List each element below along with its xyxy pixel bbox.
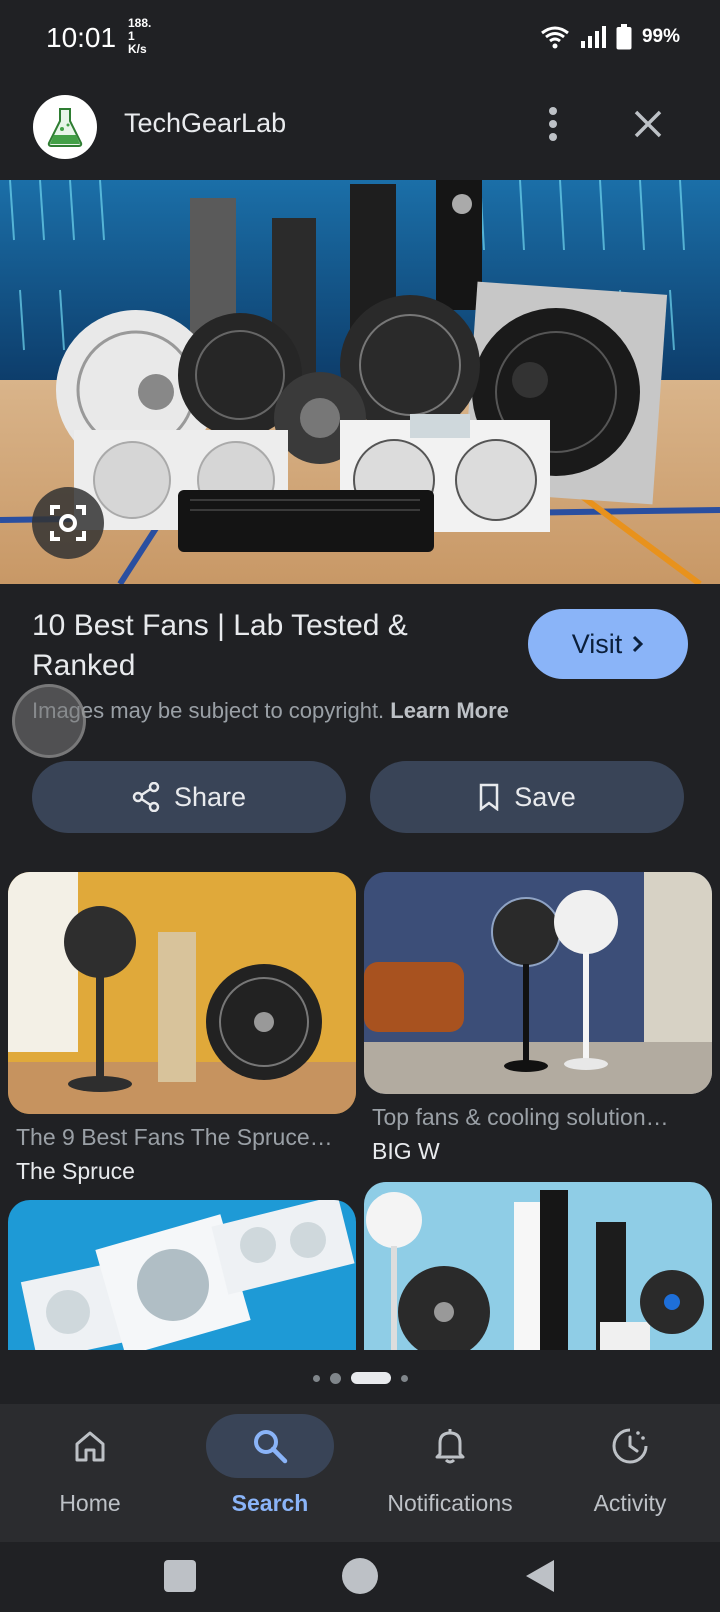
wifi-icon [541, 26, 569, 49]
back-icon[interactable] [524, 1558, 556, 1594]
page-indicator [0, 1372, 720, 1384]
nav-search-label: Search [231, 1490, 309, 1516]
page-dot [312, 1374, 320, 1382]
activity-icon [612, 1428, 648, 1464]
battery-percent: 99% [641, 26, 680, 47]
share-icon [132, 782, 160, 812]
more-options-button[interactable] [538, 102, 568, 146]
bottom-navigation: Home Search Notifications Activity [0, 1404, 720, 1542]
learn-more-link[interactable]: Learn More [390, 698, 509, 723]
status-time: 10:01 [46, 22, 117, 53]
related-caption-2[interactable]: Top fans & cooling solution… [372, 1104, 708, 1131]
save-label: Save [514, 781, 576, 812]
visit-label: Visit [571, 628, 623, 659]
nav-notifications[interactable]: Notifications [360, 1404, 540, 1542]
status-bar: 10:01 188. 1 K/s 99% [0, 0, 720, 80]
chevron-right-icon [633, 635, 644, 653]
share-button[interactable]: Share [32, 761, 346, 833]
related-source-1: The Spruce [16, 1158, 135, 1184]
network-speed-unit: K/s [128, 42, 147, 56]
window-fans-image [8, 1200, 356, 1350]
related-image-4[interactable] [364, 1182, 712, 1350]
close-button[interactable] [626, 102, 670, 146]
share-label: Share [173, 781, 247, 812]
close-icon [634, 110, 662, 138]
fans-lineup-image [0, 180, 720, 584]
page-dot [329, 1372, 341, 1384]
result-title: 10 Best Fans | Lab Tested & Ranked [32, 609, 408, 682]
site-logo[interactable] [33, 95, 97, 159]
nav-notifications-icon-container [386, 1414, 514, 1478]
hero-image[interactable] [0, 180, 720, 584]
related-image-1[interactable] [8, 872, 356, 1114]
bell-icon [435, 1429, 465, 1464]
related-image-2[interactable] [364, 872, 712, 1094]
network-speed: 188. 1 K/s [128, 17, 151, 56]
nav-activity[interactable]: Activity [540, 1404, 720, 1542]
copyright-notice: Images may be subject to copyright. Lear… [32, 698, 509, 724]
tower-fans-image [364, 1182, 712, 1350]
nav-notifications-label: Notifications [387, 1490, 513, 1516]
site-name[interactable]: TechGearLab [124, 108, 286, 139]
lens-button[interactable] [32, 487, 104, 559]
page-dot-active [350, 1372, 391, 1384]
related-source-2: BIG W [372, 1138, 440, 1164]
battery-icon [616, 24, 632, 50]
flask-icon [47, 108, 83, 147]
system-navigation-bar [0, 1542, 720, 1612]
bookmark-icon [479, 783, 499, 811]
related-image-3[interactable] [8, 1200, 356, 1350]
lens-icon [50, 505, 86, 541]
page-dot [400, 1374, 408, 1382]
signal-icon [580, 26, 606, 48]
nav-search-icon-container [206, 1414, 334, 1478]
home-icon [75, 1431, 105, 1462]
nav-home-icon-container [26, 1414, 154, 1478]
more-vert-icon [549, 107, 557, 141]
nav-activity-icon-container [566, 1414, 694, 1478]
nav-search[interactable]: Search [180, 1404, 360, 1542]
spruce-fans-image [8, 872, 356, 1114]
touch-indicator [12, 684, 86, 758]
save-button[interactable]: Save [370, 761, 684, 833]
search-icon [254, 1430, 288, 1464]
recents-button[interactable] [164, 1560, 196, 1592]
status-icons: 99% [540, 24, 680, 50]
bigw-fans-image [364, 872, 712, 1094]
nav-home-label: Home [59, 1490, 121, 1516]
nav-activity-label: Activity [593, 1490, 667, 1516]
nav-home[interactable]: Home [0, 1404, 180, 1542]
visit-button[interactable]: Visit [528, 609, 688, 679]
home-system-button[interactable] [342, 1558, 378, 1594]
related-caption-1[interactable]: The 9 Best Fans The Spruce… [16, 1124, 352, 1151]
app-bar: TechGearLab [0, 86, 720, 170]
